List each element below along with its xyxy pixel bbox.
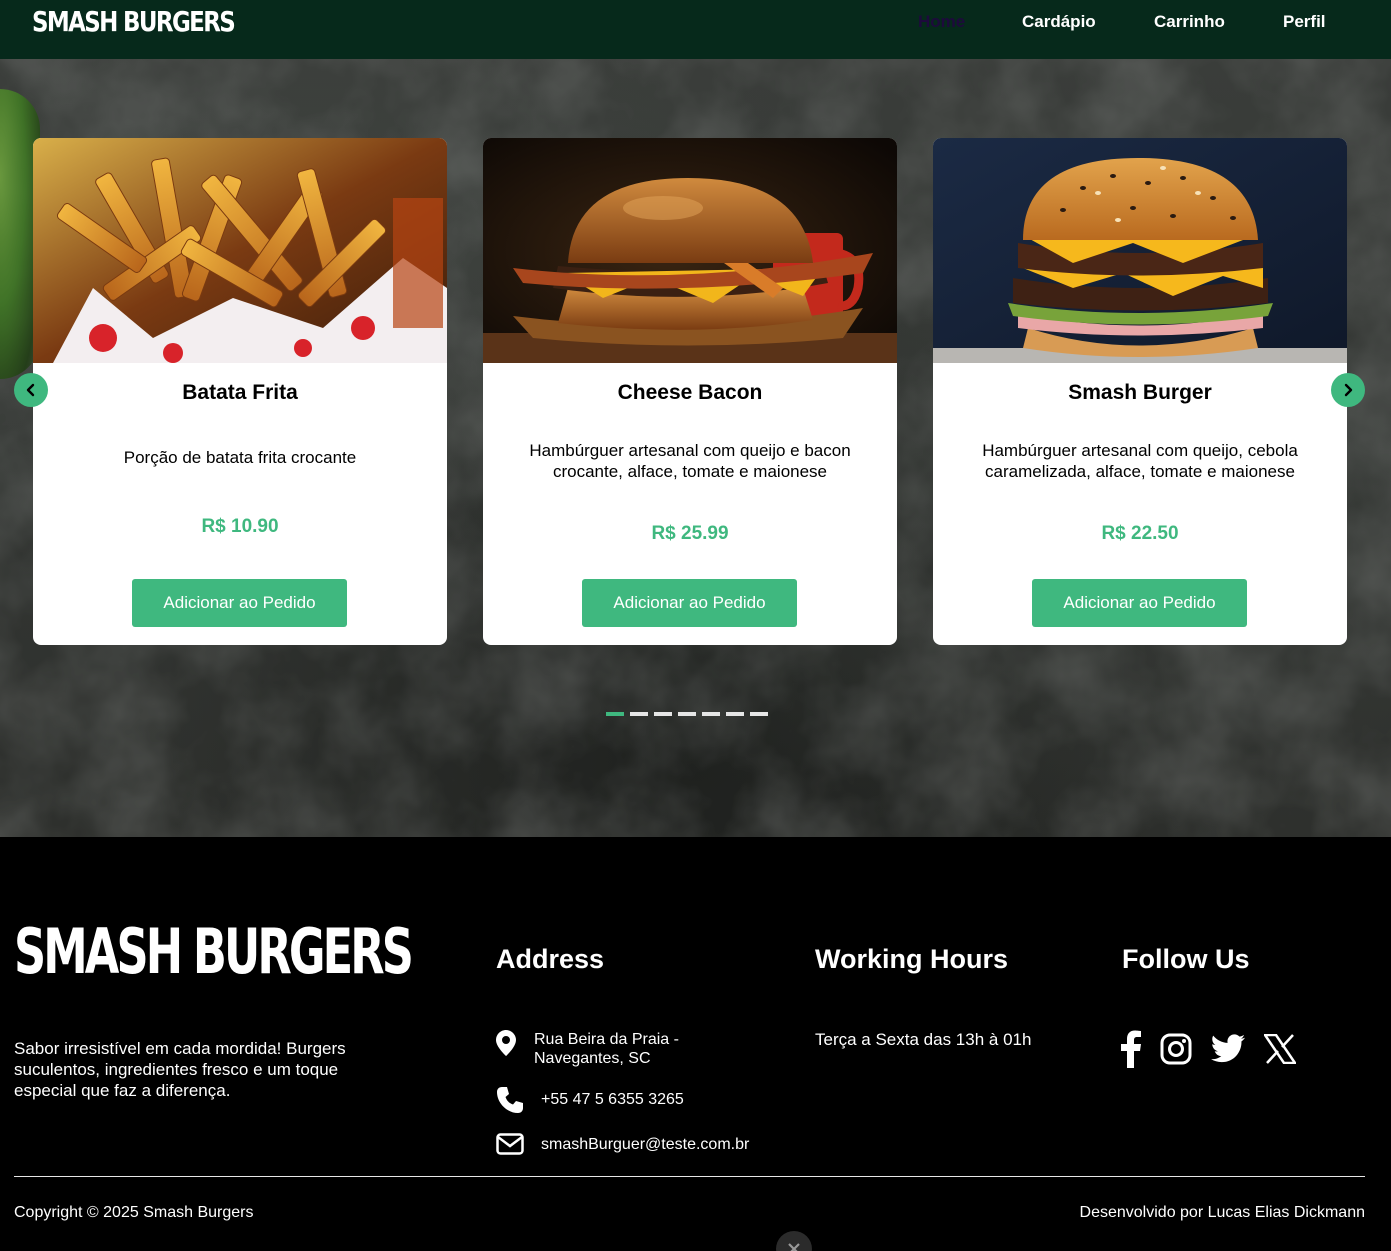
- fries-photo: [33, 138, 447, 363]
- card-title: Cheese Bacon: [617, 381, 763, 404]
- email-text[interactable]: smashBurguer@teste.com.br: [541, 1135, 749, 1154]
- add-to-order-button[interactable]: Adicionar ao Pedido: [1032, 579, 1247, 627]
- email-row: smashBurguer@teste.com.br: [496, 1133, 749, 1155]
- footer-about-text: Sabor irresistível em cada mordida! Burg…: [14, 1039, 346, 1100]
- developer-credit: Desenvolvido por Lucas Elias Dickmann: [1079, 1204, 1365, 1221]
- footer-logo: SMASH BURGERS: [14, 915, 414, 988]
- double-smash-burger-photo: [933, 138, 1347, 363]
- chevron-left-icon: [26, 383, 35, 397]
- pagination-dot[interactable]: [726, 712, 744, 716]
- top-navbar: SMASH BURGERS Home Cardápio Carrinho Per…: [0, 0, 1391, 59]
- phone-icon: [497, 1087, 523, 1113]
- pagination-dot[interactable]: [654, 712, 672, 716]
- x-icon: [788, 1243, 800, 1251]
- carousel-next-button[interactable]: [1331, 373, 1365, 407]
- card-price: R$ 25.99: [651, 523, 729, 544]
- carousel-prev-button[interactable]: [14, 373, 48, 407]
- working-hours-text: Terça a Sexta das 13h à 01h: [815, 1030, 1032, 1049]
- map-pin-icon: [496, 1030, 516, 1056]
- pagination-dot[interactable]: [606, 712, 624, 716]
- card-price: R$ 10.90: [201, 516, 279, 537]
- working-hours-heading: Working Hours: [815, 944, 1009, 974]
- nav-carrinho[interactable]: Carrinho: [1154, 12, 1225, 34]
- add-to-order-button[interactable]: Adicionar ao Pedido: [132, 579, 347, 627]
- card-description: Hambúrguer artesanal com queijo, cebola …: [982, 441, 1298, 481]
- card-title: Smash Burger: [1068, 381, 1212, 404]
- nav-cardapio[interactable]: Cardápio: [1022, 12, 1096, 34]
- nav-home[interactable]: Home: [918, 12, 965, 34]
- pagination-dot[interactable]: [630, 712, 648, 716]
- brand-logo[interactable]: SMASH BURGERS: [32, 5, 236, 38]
- pagination-dot[interactable]: [678, 712, 696, 716]
- facebook-icon[interactable]: [1120, 1030, 1142, 1068]
- cheese-bacon-burger-photo: [483, 138, 897, 363]
- carousel-pagination: [606, 712, 768, 716]
- address-heading: Address: [496, 944, 605, 974]
- follow-us-heading: Follow Us: [1122, 944, 1250, 974]
- pagination-dot[interactable]: [702, 712, 720, 716]
- card-description: Hambúrguer artesanal com queijo e bacon …: [529, 441, 851, 481]
- site-footer: SMASH BURGERS Sabor irresistível em cada…: [0, 837, 1391, 1251]
- menu-card-smash-burger: Smash Burger Hambúrguer artesanal com qu…: [933, 138, 1347, 645]
- twitter-icon[interactable]: [1210, 1030, 1246, 1068]
- pagination-dot[interactable]: [750, 712, 768, 716]
- phone-text[interactable]: +55 47 5 6355 3265: [541, 1090, 684, 1109]
- menu-card-batata-frita: Batata Frita Porção de batata frita croc…: [33, 138, 447, 645]
- card-title: Batata Frita: [182, 381, 298, 404]
- address-row: Rua Beira da Praia - Navegantes, SC: [496, 1030, 696, 1068]
- envelope-icon: [496, 1133, 524, 1155]
- footer-divider: [14, 1176, 1365, 1177]
- address-text: Rua Beira da Praia - Navegantes, SC: [534, 1031, 679, 1067]
- chevron-right-icon: [1344, 383, 1353, 397]
- instagram-icon[interactable]: [1158, 1030, 1194, 1068]
- menu-card-cheese-bacon: Cheese Bacon Hambúrguer artesanal com qu…: [483, 138, 897, 645]
- x-icon[interactable]: [1262, 1030, 1298, 1068]
- nav-perfil[interactable]: Perfil: [1283, 12, 1326, 34]
- copyright-text: Copyright © 2025 Smash Burgers: [14, 1204, 254, 1221]
- phone-row: +55 47 5 6355 3265: [496, 1086, 684, 1114]
- card-price: R$ 22.50: [1101, 523, 1179, 544]
- menu-carousel-section: Batata Frita Porção de batata frita croc…: [0, 59, 1391, 837]
- social-links: [1120, 1030, 1298, 1068]
- floating-x-button[interactable]: [776, 1231, 812, 1251]
- add-to-order-button[interactable]: Adicionar ao Pedido: [582, 579, 797, 627]
- card-description: Porção de batata frita crocante: [123, 448, 357, 467]
